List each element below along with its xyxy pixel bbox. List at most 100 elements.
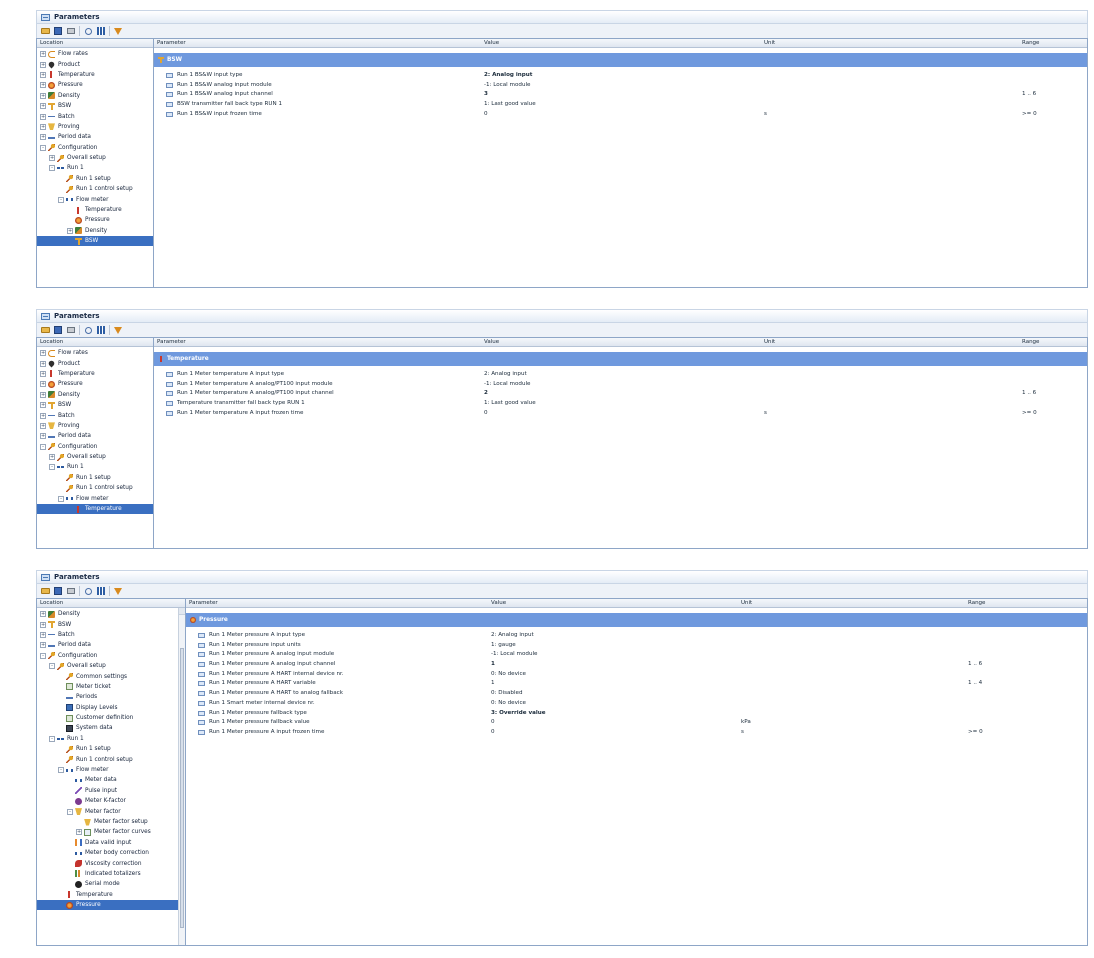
grid-button[interactable] <box>96 26 106 36</box>
parameter-row[interactable]: Run 1 Meter pressure A HART to analog fa… <box>186 689 1087 699</box>
parameter-row[interactable]: Run 1 Meter temperature A analog/PT100 i… <box>154 389 1087 399</box>
tree-item-bsw[interactable]: BSW <box>37 236 153 247</box>
collapse-icon[interactable]: - <box>40 652 46 659</box>
parameter-row[interactable]: Run 1 BS&W analog input module -1: Local … <box>154 81 1087 91</box>
parameter-value[interactable]: 0: No device <box>491 671 526 677</box>
grid-button[interactable] <box>96 586 106 596</box>
tree-item-temperature[interactable]: + Temperature <box>37 369 153 379</box>
parameter-row[interactable]: Run 1 Meter pressure fallback value 0 kPa <box>186 718 1087 728</box>
tree-item-pressure[interactable]: + Pressure <box>37 80 153 90</box>
tree-item-configuration[interactable]: - Configuration <box>37 651 185 661</box>
tree-item-period-data[interactable]: + Period data <box>37 431 153 441</box>
tree-item-bsw[interactable]: + BSW <box>37 619 185 629</box>
column-header-unit[interactable]: Unit <box>741 599 752 608</box>
tree-item-periods[interactable]: Periods <box>37 692 185 702</box>
tree-item-run-1-control-setup[interactable]: Run 1 control setup <box>37 184 153 194</box>
save-button[interactable] <box>53 26 63 36</box>
collapse-icon[interactable]: - <box>40 443 46 450</box>
parameter-row[interactable]: Run 1 BS&W analog input channel 3 1 .. 6 <box>154 90 1087 100</box>
parameter-value[interactable]: 2: Analog input <box>484 371 527 377</box>
collapse-icon[interactable]: - <box>58 495 64 502</box>
open-folder-button[interactable] <box>40 26 50 36</box>
expand-icon[interactable]: + <box>40 402 46 409</box>
parameter-value[interactable]: 3 <box>484 91 488 97</box>
tree-item-display-levels[interactable]: Display Levels <box>37 703 185 713</box>
search-button[interactable] <box>83 26 93 36</box>
tree-item-overall-setup[interactable]: + Overall setup <box>37 153 153 163</box>
parameter-row[interactable]: Temperature transmitter fall back type R… <box>154 399 1087 409</box>
parameter-row[interactable]: Run 1 Meter pressure A input type 2: Anal… <box>186 631 1087 641</box>
tree-item-common-settings[interactable]: Common settings <box>37 671 185 681</box>
tree-item-temperature[interactable]: + Temperature <box>37 70 153 80</box>
print-button[interactable] <box>66 325 76 335</box>
tree-item-density[interactable]: + Density <box>37 390 153 400</box>
parameter-value[interactable]: -1: Local module <box>491 651 537 657</box>
parameter-value[interactable]: 0: Disabled <box>491 690 523 696</box>
parameter-value[interactable]: 2: Analog input <box>484 72 532 78</box>
tree-item-data-valid-input[interactable]: Data valid input <box>37 838 185 848</box>
tree-item-run-1-setup[interactable]: Run 1 setup <box>37 473 153 483</box>
parameter-row[interactable]: BSW transmitter fall back type RUN 1 1: L… <box>154 100 1087 110</box>
tree-item-temperature[interactable]: Temperature <box>37 205 153 215</box>
expand-icon[interactable]: + <box>40 113 46 120</box>
print-button[interactable] <box>66 26 76 36</box>
tree-item-period-data[interactable]: + Period data <box>37 640 185 650</box>
collapse-icon[interactable]: - <box>67 808 73 815</box>
parameter-row[interactable]: Run 1 Meter pressure A HART internal dev… <box>186 670 1087 680</box>
tree-item-meter-factor[interactable]: - Meter factor <box>37 806 185 816</box>
tree-item-flow-rates[interactable]: + Flow rates <box>37 49 153 59</box>
collapse-icon[interactable]: - <box>49 464 55 471</box>
tree-item-run-1-control-setup[interactable]: Run 1 control setup <box>37 754 185 764</box>
expand-icon[interactable]: + <box>40 631 46 638</box>
collapse-icon[interactable]: - <box>49 165 55 172</box>
tree-item-density[interactable]: + Density <box>37 226 153 236</box>
tree-item-run-1[interactable]: - Run 1 <box>37 462 153 472</box>
parameter-value[interactable]: 0 <box>491 729 495 735</box>
tree-item-batch[interactable]: + Batch <box>37 111 153 121</box>
parameter-row[interactable]: Run 1 Meter pressure A analog input modu… <box>186 650 1087 660</box>
expand-icon[interactable]: + <box>40 92 46 99</box>
search-button[interactable] <box>83 586 93 596</box>
tree-scrollbar[interactable] <box>178 608 185 945</box>
tree-item-configuration[interactable]: - Configuration <box>37 143 153 153</box>
group-header[interactable]: Pressure <box>186 613 1087 627</box>
save-button[interactable] <box>53 586 63 596</box>
expand-icon[interactable]: + <box>40 61 46 68</box>
tree-item-run-1-setup[interactable]: Run 1 setup <box>37 174 153 184</box>
tree-item-temperature[interactable]: Temperature <box>37 890 185 900</box>
tree-item-meter-body-correction[interactable]: Meter body correction <box>37 848 185 858</box>
expand-icon[interactable]: + <box>40 642 46 649</box>
parameter-value[interactable]: -1: Local module <box>484 82 530 88</box>
print-button[interactable] <box>66 586 76 596</box>
parameter-value[interactable]: 1 <box>491 680 495 686</box>
expand-icon[interactable]: + <box>40 103 46 110</box>
column-header-value[interactable]: Value <box>491 599 506 608</box>
column-header-parameter[interactable]: Parameter <box>189 599 218 608</box>
parameter-row[interactable]: Run 1 Meter pressure A HART variable 1 1 .… <box>186 679 1087 689</box>
tree-item-pressure[interactable]: + Pressure <box>37 379 153 389</box>
expand-icon[interactable]: + <box>40 621 46 628</box>
tree-item-bsw[interactable]: + BSW <box>37 101 153 111</box>
expand-icon[interactable]: + <box>40 381 46 388</box>
search-button[interactable] <box>83 325 93 335</box>
tree-item-overall-setup[interactable]: - Overall setup <box>37 661 185 671</box>
column-header-parameter[interactable]: Parameter <box>157 338 186 347</box>
parameter-value[interactable]: 1: Last good value <box>484 400 536 406</box>
open-folder-button[interactable] <box>40 325 50 335</box>
column-header-parameter[interactable]: Parameter <box>157 39 186 48</box>
collapse-icon[interactable]: - <box>49 735 55 742</box>
tree-item-flow-rates[interactable]: + Flow rates <box>37 348 153 358</box>
expand-icon[interactable]: + <box>40 134 46 141</box>
tree-item-pressure[interactable]: Pressure <box>37 215 153 225</box>
column-header-range[interactable]: Range <box>968 599 985 608</box>
scroll-thumb[interactable] <box>180 648 184 928</box>
parameter-value[interactable]: 0 <box>484 410 488 416</box>
expand-icon[interactable]: + <box>49 454 55 461</box>
column-header-range[interactable]: Range <box>1022 39 1039 48</box>
open-folder-button[interactable] <box>40 586 50 596</box>
tree-item-product[interactable]: + Product <box>37 358 153 368</box>
parameter-value[interactable]: 2: Analog input <box>491 632 534 638</box>
parameter-value[interactable]: 1: gauge <box>491 642 516 648</box>
filter-button[interactable] <box>113 586 123 596</box>
parameter-row[interactable]: Run 1 Meter pressure input units 1: gauge <box>186 641 1087 651</box>
